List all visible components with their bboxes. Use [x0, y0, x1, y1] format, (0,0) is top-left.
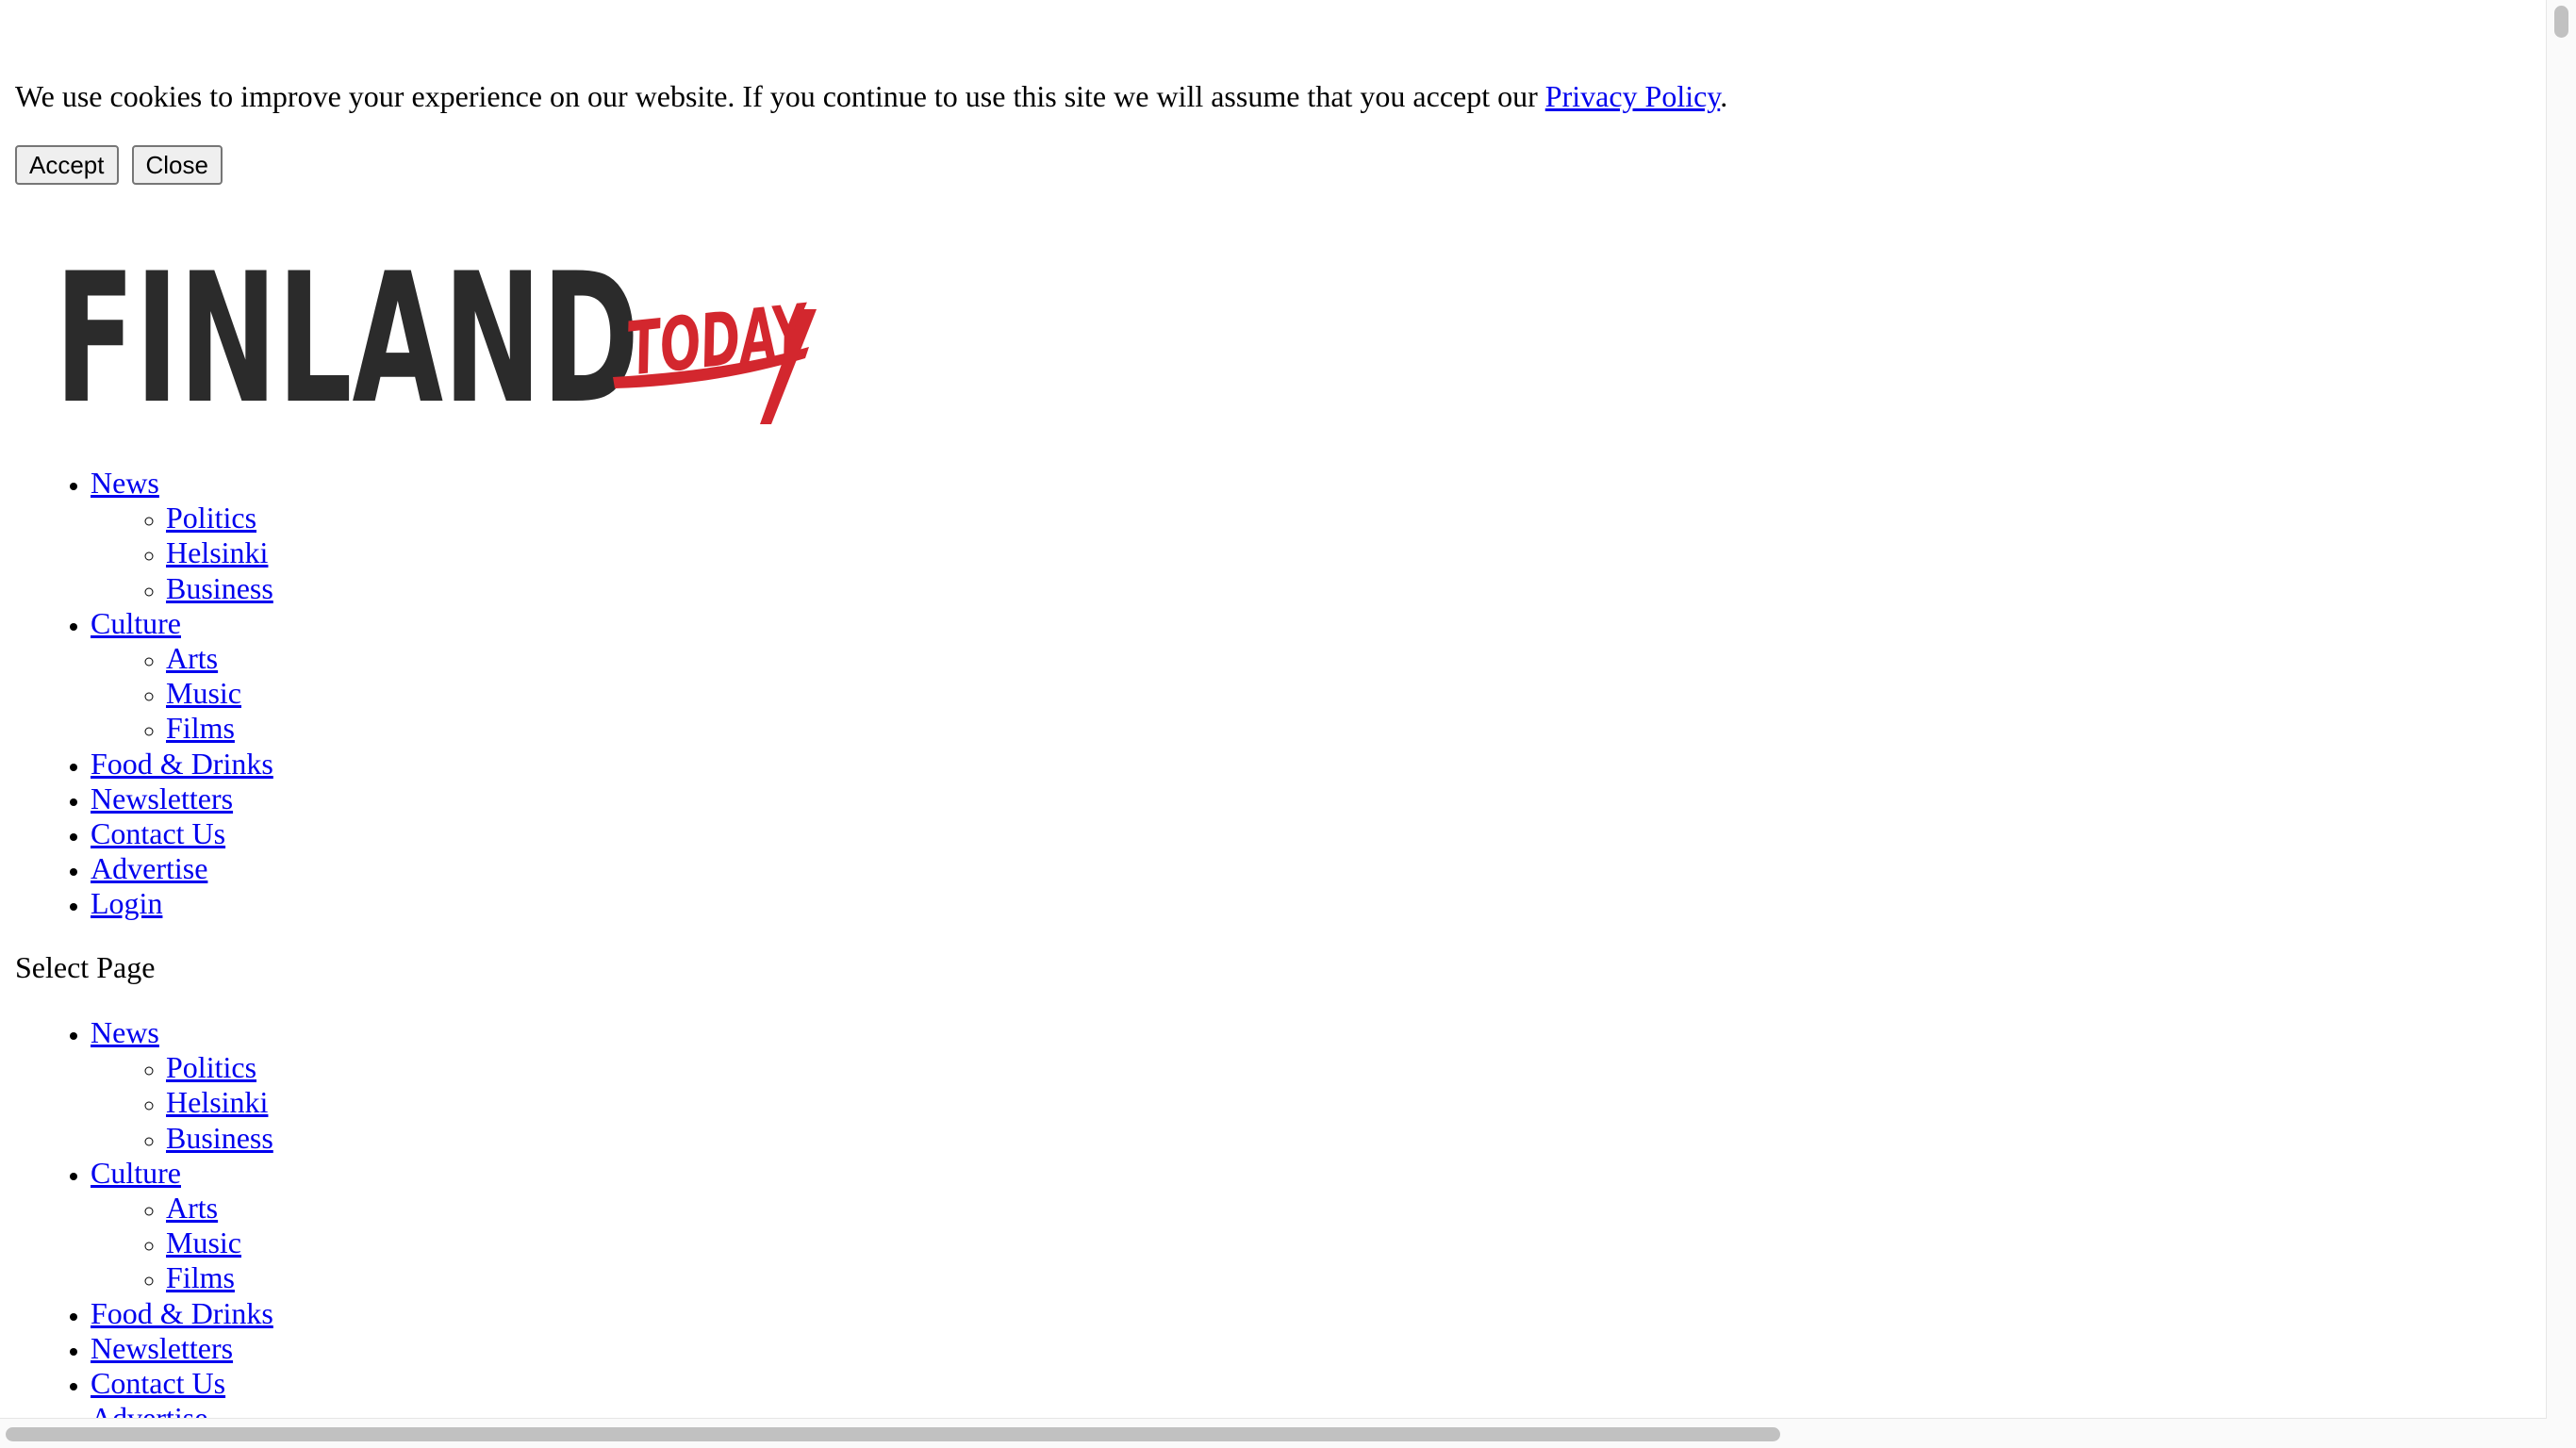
menu-item-arts: Arts [166, 641, 273, 676]
submenu-news: Politics Helsinki Business [91, 501, 273, 606]
menu-link-contact-us[interactable]: Contact Us [91, 816, 225, 850]
menu-item-newsletters: Newsletters [91, 782, 273, 816]
menu-link-films[interactable]: Films [166, 711, 235, 745]
site-logo[interactable]: FINLAND TODAY [55, 235, 828, 449]
menu-link-culture[interactable]: Culture [91, 606, 181, 640]
vertical-scrollbar[interactable] [2546, 0, 2576, 1419]
menu-item-culture: Culture Arts Music Films [91, 1156, 273, 1296]
menu-link-newsletters[interactable]: Newsletters [91, 1331, 233, 1365]
menu-link-music[interactable]: Music [166, 676, 241, 710]
menu-link-business[interactable]: Business [166, 571, 273, 605]
vertical-scrollbar-thumb[interactable] [2554, 6, 2568, 38]
menu-item-business: Business [166, 1121, 273, 1156]
scrollbar-corner [2547, 1419, 2576, 1448]
close-button[interactable]: Close [131, 145, 223, 185]
menu-item-culture: Culture Arts Music Films [91, 606, 273, 747]
menu-link-food-drinks[interactable]: Food & Drinks [91, 747, 273, 781]
menu-item-news: News Politics Helsinki Business [91, 1015, 273, 1156]
menu-link-helsinki[interactable]: Helsinki [166, 535, 268, 569]
menu-item-helsinki: Helsinki [166, 535, 273, 570]
menu-item-films: Films [166, 1260, 273, 1295]
menu-link-newsletters[interactable]: Newsletters [91, 782, 233, 815]
finland-today-logo-icon: FINLAND TODAY [55, 235, 817, 443]
submenu-culture: Arts Music Films [91, 641, 273, 747]
horizontal-scrollbar[interactable] [0, 1418, 2547, 1448]
privacy-policy-link[interactable]: Privacy Policy [1545, 79, 1720, 113]
menu-item-films: Films [166, 711, 273, 746]
menu-link-business[interactable]: Business [166, 1121, 273, 1155]
logo-word-main: FINLAND [55, 253, 639, 441]
menu-item-music: Music [166, 1226, 273, 1260]
menu-item-contact-us: Contact Us [91, 1366, 273, 1401]
menu-item-business: Business [166, 571, 273, 606]
menu-item-food-drinks: Food & Drinks [91, 1296, 273, 1331]
menu-link-films[interactable]: Films [166, 1260, 235, 1294]
menu-item-news: News Politics Helsinki Business [91, 466, 273, 606]
main-menu: News Politics Helsinki Business Culture … [0, 466, 273, 922]
menu-link-advertise[interactable]: Advertise [91, 1401, 207, 1419]
menu-link-login[interactable]: Login [91, 886, 162, 920]
menu-item-login: Login [91, 886, 273, 921]
menu-item-advertise: Advertise [91, 1401, 273, 1419]
menu-item-newsletters: Newsletters [91, 1331, 273, 1366]
menu-link-helsinki[interactable]: Helsinki [166, 1085, 268, 1119]
menu-item-arts: Arts [166, 1191, 273, 1226]
menu-item-politics: Politics [166, 501, 273, 535]
menu-link-food-drinks[interactable]: Food & Drinks [91, 1296, 273, 1330]
menu-item-politics: Politics [166, 1050, 273, 1085]
menu-item-food-drinks: Food & Drinks [91, 747, 273, 782]
menu-link-politics[interactable]: Politics [166, 1050, 256, 1084]
menu-link-news[interactable]: News [91, 466, 159, 500]
menu-link-advertise[interactable]: Advertise [91, 851, 207, 885]
submenu-culture: Arts Music Films [91, 1191, 273, 1296]
menu-link-music[interactable]: Music [166, 1226, 241, 1259]
cookie-buttons: Accept Close [15, 145, 228, 185]
select-page-label[interactable]: Select Page [15, 950, 155, 985]
menu-item-music: Music [166, 676, 273, 711]
accept-button[interactable]: Accept [15, 145, 119, 185]
horizontal-scrollbar-thumb[interactable] [6, 1427, 1780, 1441]
menu-link-contact-us[interactable]: Contact Us [91, 1366, 225, 1400]
menu-link-arts[interactable]: Arts [166, 641, 218, 675]
cookie-message: We use cookies to improve your experienc… [15, 79, 1727, 114]
menu-link-politics[interactable]: Politics [166, 501, 256, 535]
menu-link-culture[interactable]: Culture [91, 1156, 181, 1190]
menu-link-news[interactable]: News [91, 1015, 159, 1049]
cookie-message-suffix: . [1720, 79, 1728, 113]
submenu-news: Politics Helsinki Business [91, 1050, 273, 1156]
menu-item-contact-us: Contact Us [91, 816, 273, 851]
mobile-menu: News Politics Helsinki Business Culture … [0, 1015, 273, 1419]
cookie-message-text: We use cookies to improve your experienc… [15, 79, 1545, 113]
menu-item-advertise: Advertise [91, 851, 273, 886]
menu-link-arts[interactable]: Arts [166, 1191, 218, 1225]
page: We use cookies to improve your experienc… [0, 0, 2547, 1419]
menu-item-helsinki: Helsinki [166, 1085, 273, 1120]
